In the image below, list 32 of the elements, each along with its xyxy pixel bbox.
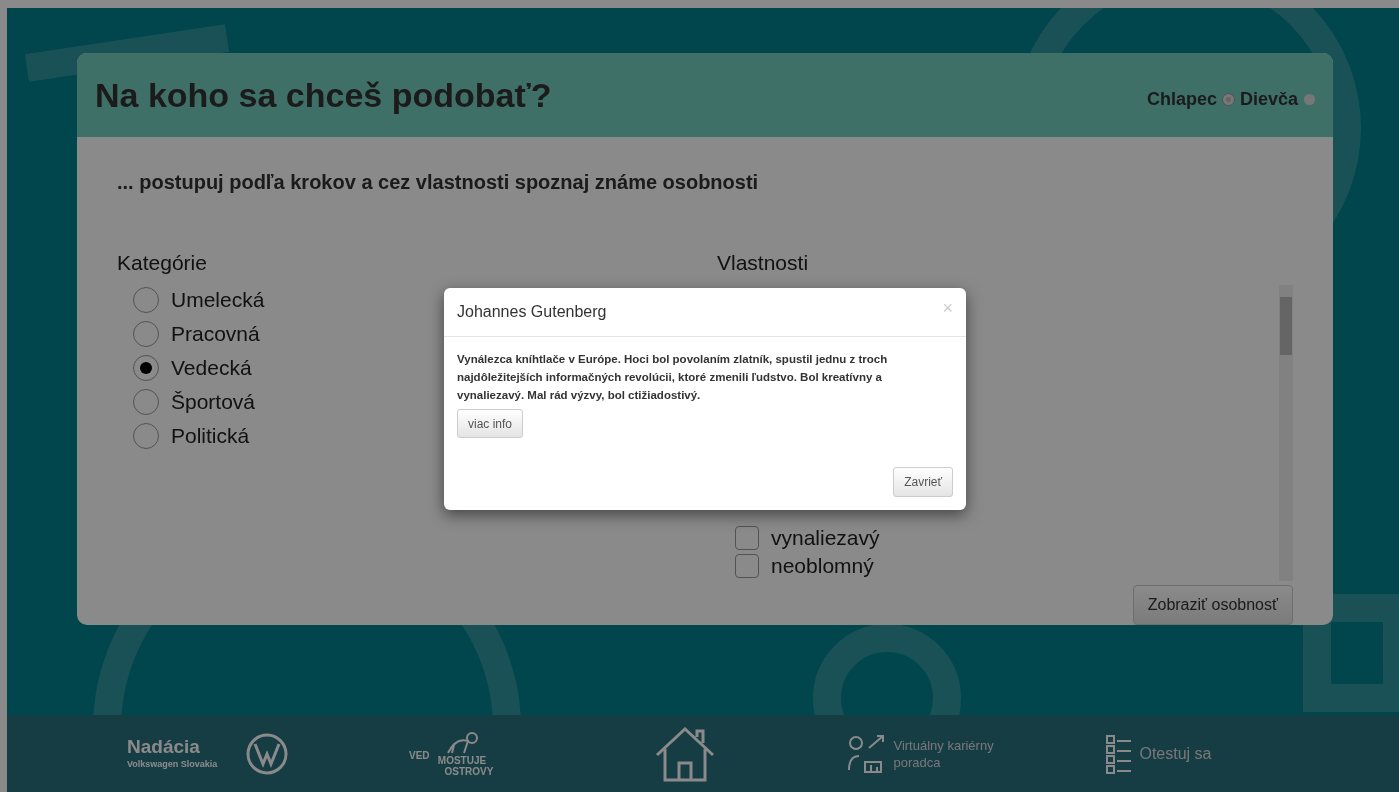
foundation-logo-subtext: Volkswagen Slovakia [127,757,219,771]
radio-button[interactable] [133,354,159,381]
career-advisor-link[interactable]: Virtuálny kariérny poradca [893,736,1004,771]
gender-option[interactable]: Chlapec [1146,85,1217,113]
categories-heading: Kategórie [117,250,208,276]
category-label[interactable]: Politická [171,419,250,452]
category-label[interactable]: Pracovná [171,317,260,350]
radio-button[interactable] [133,320,159,347]
category-label[interactable]: Vedecká [171,351,252,384]
page-title: Na koho sa chceš podobať? [95,74,552,116]
foundation-logo-text: Nadácia [127,735,201,758]
science-logo-text: OSTROVY [443,765,494,777]
gender-radio[interactable] [1222,93,1234,105]
radio-button[interactable] [133,422,159,449]
traits-heading: Vlastnosti [717,250,810,276]
radio-button[interactable] [133,286,159,313]
subtitle: ... postupuj podľa krokov a cez vlastnosti spoznaj známe osobnosti [117,170,760,195]
science-logo-text: MOSTUJE [437,754,487,766]
category-label[interactable]: Športová [171,385,256,418]
gender-option[interactable]: Dievča [1239,85,1298,113]
category-label[interactable]: Umelecká [171,283,265,316]
checkbox[interactable] [735,553,759,578]
modal-title: Johannes Gutenberg [457,302,607,322]
more-info-button[interactable]: viac info [457,409,524,438]
checklist-icon[interactable] [1105,732,1134,775]
show-personality-button[interactable]: Zobraziť osobnosť [1132,584,1293,625]
gender-radio[interactable] [1304,93,1315,105]
close-dialog-button[interactable]: Zavrieť [893,467,953,497]
radio-button[interactable] [133,388,159,415]
science-logo-text: VED [409,748,430,763]
scrollbar[interactable] [1279,284,1293,581]
checkbox[interactable] [735,525,759,550]
